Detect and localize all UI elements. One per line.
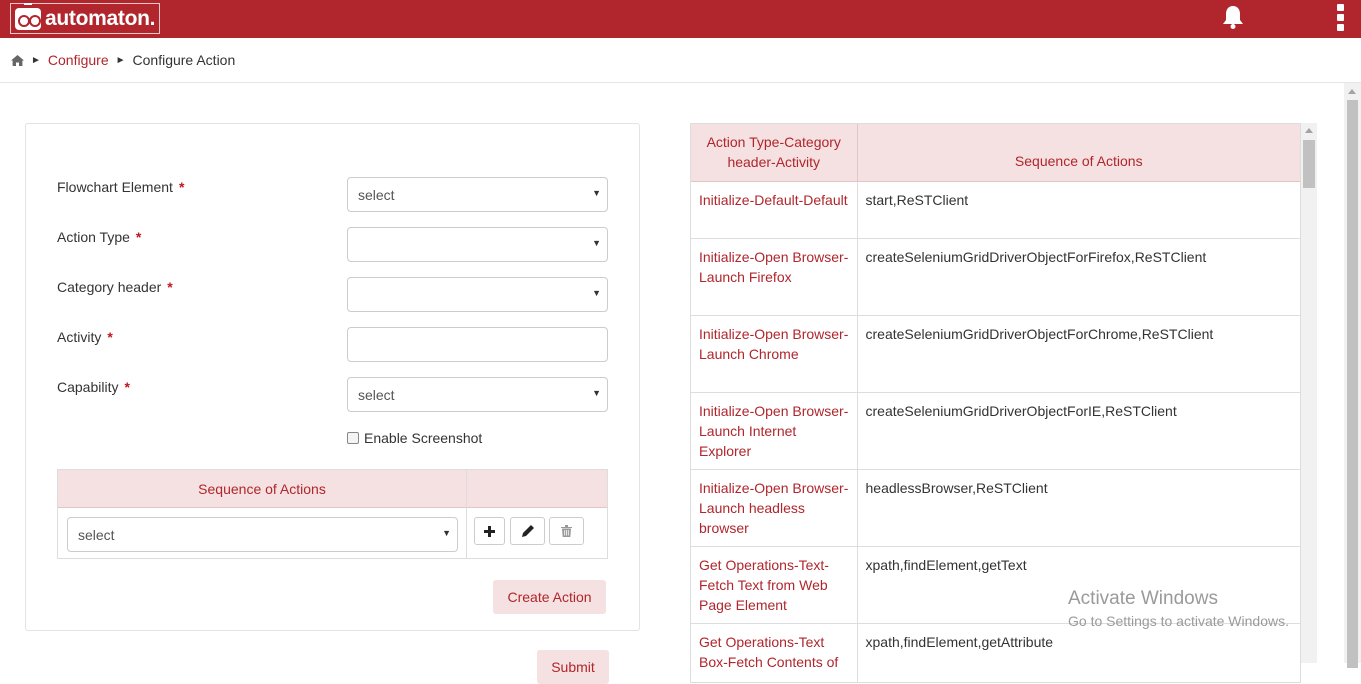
delete-sequence-button[interactable] [549, 517, 584, 545]
trash-icon [561, 525, 572, 537]
category-header-select[interactable]: ▼ [347, 277, 608, 312]
watermark-subtitle: Go to Settings to activate Windows. [1068, 613, 1289, 629]
page-scrollbar-thumb[interactable] [1347, 100, 1358, 668]
table-scrollbar-thumb[interactable] [1303, 140, 1315, 188]
sequence-action-select[interactable]: select ▼ [67, 517, 458, 552]
action-type-label: Action Type * [57, 229, 142, 245]
create-action-button[interactable]: Create Action [493, 580, 606, 614]
table-row[interactable]: Initialize-Open Browser-Launch Internet … [691, 391, 1300, 469]
column-header-sequence[interactable]: Sequence of Actions [857, 124, 1300, 182]
activity-cell: Initialize-Open Browser-Launch Chrome [691, 314, 858, 392]
activity-input[interactable] [347, 327, 608, 362]
enable-screenshot-checkbox[interactable]: Enable Screenshot [347, 430, 482, 446]
bell-icon[interactable] [1222, 5, 1244, 29]
activity-cell: Get Operations-Text-Fetch Text from Web … [691, 545, 858, 623]
breadcrumb-separator-icon: ► [115, 54, 126, 66]
capability-label: Capability * [57, 379, 130, 395]
home-icon[interactable] [11, 54, 24, 66]
add-sequence-button[interactable] [474, 517, 505, 545]
dropdown-arrow-icon: ▼ [592, 388, 601, 398]
breadcrumb: ► Configure ► Configure Action [0, 38, 1361, 83]
brand-logo[interactable]: automaton. [10, 2, 161, 34]
sequence-cell: createSeleniumGridDriverObjectForFirefox… [857, 237, 1300, 315]
capability-select[interactable]: select ▼ [347, 377, 608, 412]
checkbox-box[interactable] [347, 432, 359, 444]
sequence-of-actions-table: Sequence of Actions select ▼ [57, 469, 608, 559]
activity-cell: Initialize-Open Browser-Launch headless … [691, 468, 858, 546]
robot-logo-icon [15, 2, 41, 30]
scroll-up-icon[interactable] [1305, 128, 1313, 133]
table-header-row: Action Type-Category header-Activity Seq… [691, 124, 1300, 182]
brand-name: automaton. [45, 6, 156, 30]
table-scrollbar[interactable] [1301, 123, 1317, 663]
flowchart-element-label: Flowchart Element * [57, 179, 185, 195]
sequence-cell: xpath,findElement,getAttribute [857, 622, 1300, 682]
enable-screenshot-label: Enable Screenshot [364, 430, 483, 446]
watermark-title: Activate Windows [1068, 588, 1218, 609]
action-type-select[interactable]: ▼ [347, 227, 608, 262]
dropdown-arrow-icon: ▼ [442, 528, 451, 538]
sequence-cell: start,ReSTClient [857, 180, 1300, 238]
submit-button[interactable]: Submit [537, 650, 609, 684]
page-scrollbar[interactable] [1344, 83, 1361, 668]
breadcrumb-separator-icon: ► [31, 54, 41, 66]
sequence-cell: createSeleniumGridDriverObjectForChrome,… [857, 314, 1300, 392]
plus-icon [484, 525, 495, 537]
activity-cell: Initialize-Default-Default [691, 180, 858, 238]
sequence-table-header: Sequence of Actions [58, 470, 607, 508]
table-row[interactable]: Initialize-Open Browser-Launch headless … [691, 468, 1300, 546]
breadcrumb-link-configure[interactable]: Configure [48, 52, 109, 68]
flowchart-element-select[interactable]: select ▼ [347, 177, 608, 212]
dropdown-arrow-icon: ▼ [592, 288, 601, 298]
activity-cell: Initialize-Open Browser-Launch Firefox [691, 237, 858, 315]
sequence-cell: createSeleniumGridDriverObjectForIE,ReST… [857, 391, 1300, 469]
sequence-header-label: Sequence of Actions [198, 481, 326, 497]
activity-label: Activity * [57, 329, 113, 345]
dropdown-arrow-icon: ▼ [592, 188, 601, 198]
top-navbar: automaton. [0, 0, 1361, 38]
activity-cell: Get Operations-Text Box-Fetch Contents o… [691, 622, 858, 682]
table-row[interactable]: Get Operations-Text Box-Fetch Contents o… [691, 622, 1300, 682]
dropdown-arrow-icon: ▼ [592, 238, 601, 248]
table-row[interactable]: Initialize-Default-Default start,ReSTCli… [691, 180, 1300, 238]
table-row[interactable]: Initialize-Open Browser-Launch Chrome cr… [691, 314, 1300, 392]
edit-sequence-button[interactable] [510, 517, 545, 545]
column-header-activity[interactable]: Action Type-Category header-Activity [691, 124, 858, 182]
sequence-cell: headlessBrowser,ReSTClient [857, 468, 1300, 546]
activity-cell: Initialize-Open Browser-Launch Internet … [691, 391, 858, 469]
activation-watermark: Activate Windows Go to Settings to activ… [1068, 588, 1289, 629]
table-row[interactable]: Initialize-Open Browser-Launch Firefox c… [691, 237, 1300, 315]
breadcrumb-current: Configure Action [132, 52, 236, 68]
kebab-menu-icon[interactable] [1337, 4, 1345, 34]
pencil-icon [521, 525, 534, 537]
category-header-label: Category header * [57, 279, 173, 295]
scroll-up-icon[interactable] [1348, 89, 1356, 94]
